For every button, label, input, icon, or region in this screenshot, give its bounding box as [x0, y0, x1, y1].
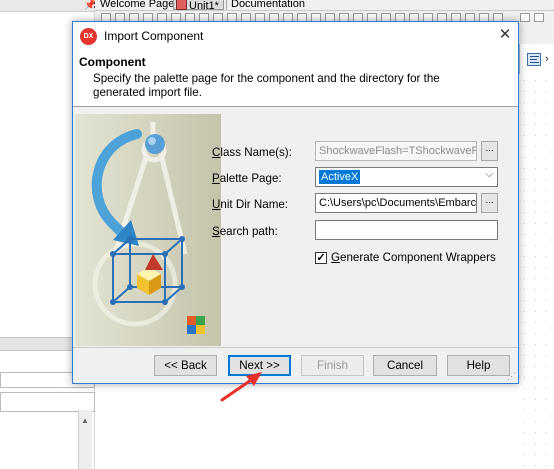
unit-dir-field[interactable]: C:\Users\pc\Documents\Embarcad: [315, 193, 477, 213]
form-designer-grid: [519, 75, 554, 469]
footer-divider: [73, 347, 518, 348]
back-button[interactable]: << Back: [154, 355, 217, 376]
header-title: Component: [79, 55, 146, 69]
generate-wrappers-label[interactable]: Generate Component Wrappers: [331, 251, 496, 264]
help-button[interactable]: Help: [447, 355, 510, 376]
wizard-illustration: [75, 114, 221, 346]
palette-page-label: Palette Page:: [212, 172, 282, 185]
dialog-header: Component Specify the palette page for t…: [73, 51, 518, 107]
chevron-right-icon[interactable]: ›: [545, 53, 549, 65]
class-name-label: Class Name(s):: [212, 146, 292, 159]
generate-wrappers-checkbox[interactable]: ✓: [315, 252, 327, 264]
header-description: Specify the palette page for the compone…: [93, 72, 440, 99]
tab-documentation[interactable]: Documentation: [226, 0, 309, 10]
form-designer-surface: [95, 384, 519, 469]
ide-left-field[interactable]: [0, 392, 95, 412]
finish-button: Finish: [301, 355, 364, 376]
search-path-field[interactable]: [315, 220, 498, 240]
tab-welcome-page[interactable]: Welcome Page: [96, 0, 178, 10]
cancel-button[interactable]: Cancel: [373, 355, 437, 376]
unit-dir-label: Unit Dir Name:: [212, 198, 289, 211]
align-icon[interactable]: [527, 53, 541, 66]
search-path-label: Search path:: [212, 225, 278, 238]
component-cube-illustration: [91, 122, 205, 334]
tab-unit1[interactable]: Unit1*: [173, 0, 224, 12]
resize-grip-icon[interactable]: ⋰: [507, 371, 516, 382]
dialog-title: Import Component: [104, 29, 204, 43]
palette-page-value: ActiveX: [319, 170, 361, 184]
palette-page-select[interactable]: ActiveX ⌵: [315, 167, 498, 187]
class-name-field[interactable]: ShockwaveFlash=TShockwaveFlas: [315, 141, 477, 161]
chevron-down-icon[interactable]: ⌵: [485, 169, 493, 180]
ide-right-divider: [519, 44, 520, 74]
import-component-dialog: DX Import Component ✕ Component Specify …: [72, 21, 519, 384]
unit-file-icon: [176, 0, 187, 10]
close-icon[interactable]: ✕: [495, 25, 515, 45]
unit-dir-browse-button[interactable]: ...: [481, 193, 498, 213]
scroll-up-icon[interactable]: ▲: [80, 416, 90, 425]
ide-left-panel-header: [0, 0, 95, 12]
toolbar-button[interactable]: [520, 13, 530, 22]
red-arrow-icon: [220, 372, 262, 402]
class-name-browse-button[interactable]: ...: [481, 141, 498, 161]
dx-logo-icon: DX: [80, 28, 97, 45]
dialog-titlebar: DX Import Component ✕: [73, 22, 518, 51]
toolbar-button[interactable]: [534, 13, 544, 22]
